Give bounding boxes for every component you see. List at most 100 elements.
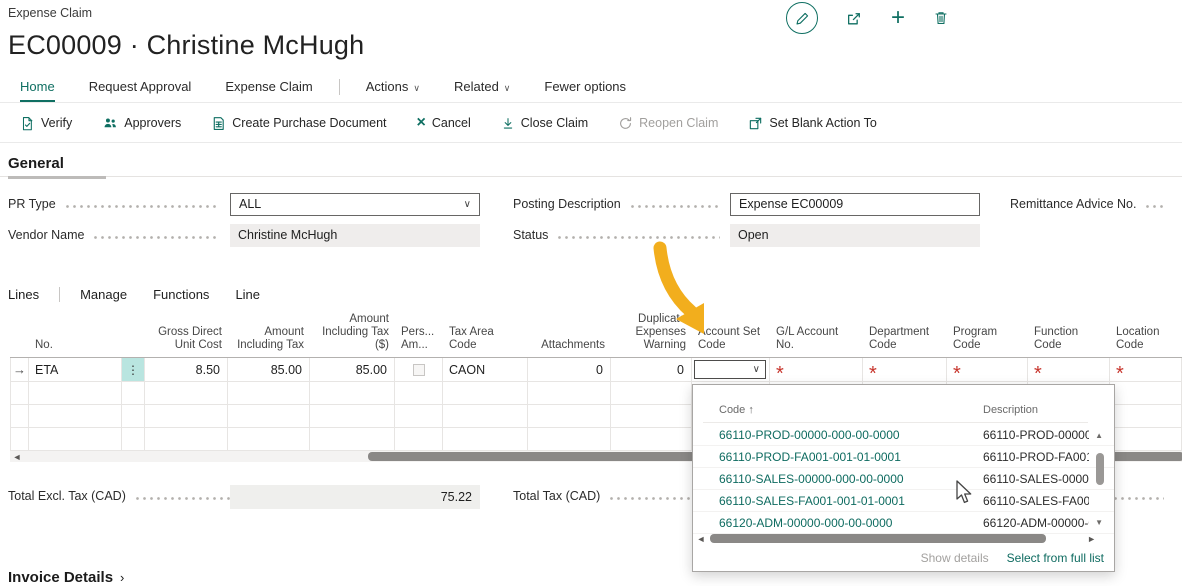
cell-gl-account-no[interactable]: * [770, 358, 863, 381]
empty-cell[interactable] [611, 405, 692, 427]
dropdown-vertical-scrollbar-thumb[interactable] [1096, 453, 1104, 485]
cell-program-code[interactable]: * [947, 358, 1028, 381]
cell-tax-area-code[interactable]: CAON [443, 358, 528, 381]
scroll-left-icon[interactable]: ◄ [693, 534, 709, 544]
cell-attachments[interactable]: 0 [528, 358, 611, 381]
tab-home[interactable]: Home [20, 79, 55, 102]
list-item[interactable]: 66110-PROD-FA001-001-01-0001 66110-PROD-… [693, 446, 1114, 468]
lines-menu-functions[interactable]: Functions [153, 287, 209, 302]
empty-cell[interactable] [145, 428, 228, 450]
empty-cell[interactable] [122, 382, 145, 404]
cell-no[interactable]: ETA [29, 358, 122, 381]
row-menu-icon[interactable]: ⋮ [122, 358, 145, 381]
account-set-code-select[interactable]: ∨ [694, 360, 766, 379]
lines-menu-line[interactable]: Line [235, 287, 260, 302]
empty-cell[interactable] [1110, 428, 1182, 450]
lines-caption[interactable]: Lines [8, 287, 39, 302]
lines-menu-manage[interactable]: Manage [80, 287, 127, 302]
dropdown-column-description[interactable]: Description [983, 404, 1038, 416]
empty-cell[interactable] [611, 382, 692, 404]
pr-type-select[interactable]: ALL ∨ [230, 193, 480, 216]
empty-cell[interactable] [395, 428, 443, 450]
cell-duplicate-expenses-warning[interactable]: 0 [611, 358, 692, 381]
column-header-amount-including-tax-usd[interactable]: Amount Including Tax ($) [310, 313, 395, 357]
set-blank-action-to-button[interactable]: Set Blank Action To [748, 116, 876, 131]
cell-gross-direct-unit-cost[interactable]: 8.50 [145, 358, 228, 381]
empty-cell[interactable] [122, 405, 145, 427]
empty-cell[interactable] [228, 428, 310, 450]
approvers-button[interactable]: Approvers [102, 116, 181, 131]
edit-pencil-icon[interactable] [786, 2, 818, 34]
section-title-invoice-details[interactable]: Invoice Details › [8, 569, 124, 586]
empty-cell[interactable] [310, 382, 395, 404]
cell-function-code[interactable]: * [1028, 358, 1110, 381]
close-claim-button[interactable]: Close Claim [501, 116, 588, 131]
scroll-down-icon[interactable]: ▼ [1095, 518, 1103, 527]
empty-cell[interactable] [528, 428, 611, 450]
column-header-duplicate-expenses-warning[interactable]: Duplicate Expenses Warning [611, 313, 692, 357]
tab-actions[interactable]: Actions∨ [366, 79, 420, 100]
tab-related[interactable]: Related∨ [454, 79, 510, 100]
empty-cell[interactable] [10, 405, 29, 427]
cancel-button[interactable]: × Cancel [417, 116, 471, 130]
empty-cell[interactable] [29, 405, 122, 427]
empty-cell[interactable] [395, 382, 443, 404]
cell-amount-including-tax[interactable]: 85.00 [228, 358, 310, 381]
cell-department-code[interactable]: * [863, 358, 947, 381]
empty-cell[interactable] [29, 428, 122, 450]
empty-cell[interactable] [528, 382, 611, 404]
empty-cell[interactable] [10, 382, 29, 404]
scroll-left-icon[interactable]: ◄ [10, 452, 24, 462]
verify-button[interactable]: Verify [20, 116, 72, 131]
column-header-pers-amount[interactable]: Pers... Am... [395, 326, 443, 357]
cell-amount-including-tax-usd[interactable]: 85.00 [310, 358, 395, 381]
empty-cell[interactable] [122, 428, 145, 450]
list-item[interactable]: 66110-PROD-00000-000-00-0000 66110-PROD-… [693, 424, 1114, 446]
column-header-amount-including-tax[interactable]: Amount Including Tax [228, 326, 310, 357]
column-header-tax-area-code[interactable]: Tax Area Code [443, 326, 528, 357]
column-header-no[interactable]: No. [29, 339, 122, 357]
column-header-program-code[interactable]: Program Code [947, 326, 1028, 357]
dropdown-column-code[interactable]: Code ↑ [719, 404, 754, 416]
empty-cell[interactable] [1110, 382, 1182, 404]
tab-fewer-options[interactable]: Fewer options [544, 79, 626, 100]
empty-cell[interactable] [443, 428, 528, 450]
checkbox-unchecked[interactable] [413, 364, 425, 376]
column-header-gross-direct-unit-cost[interactable]: Gross Direct Unit Cost [145, 326, 228, 357]
select-from-full-list-link[interactable]: Select from full list [1007, 551, 1104, 565]
column-header-department-code[interactable]: Department Code [863, 326, 947, 357]
empty-cell[interactable] [228, 405, 310, 427]
column-header-gl-account-no[interactable]: G/L Account No. [770, 326, 863, 357]
list-item[interactable]: 66110-SALES-00000-000-00-0000 66110-SALE… [693, 468, 1114, 490]
empty-cell[interactable] [395, 405, 443, 427]
empty-cell[interactable] [29, 382, 122, 404]
scroll-up-icon[interactable]: ▲ [1095, 431, 1103, 440]
empty-cell[interactable] [611, 428, 692, 450]
empty-cell[interactable] [10, 428, 29, 450]
empty-cell[interactable] [145, 405, 228, 427]
empty-cell[interactable] [145, 382, 228, 404]
trash-icon[interactable] [933, 10, 949, 26]
column-header-function-code[interactable]: Function Code [1028, 326, 1110, 357]
tab-expense-claim[interactable]: Expense Claim [225, 79, 312, 100]
empty-cell[interactable] [443, 405, 528, 427]
empty-cell[interactable] [310, 405, 395, 427]
posting-description-input[interactable]: Expense EC00009 [730, 193, 980, 216]
section-title-general[interactable]: General [8, 155, 64, 172]
cell-location-code[interactable]: * [1110, 358, 1182, 381]
list-item[interactable]: 66110-SALES-FA001-001-01-0001 66110-SALE… [693, 490, 1114, 512]
empty-cell[interactable] [310, 428, 395, 450]
column-header-attachments[interactable]: Attachments [528, 339, 611, 357]
dropdown-horizontal-scrollbar[interactable]: ◄ ► [693, 532, 1114, 545]
empty-cell[interactable] [528, 405, 611, 427]
column-header-location-code[interactable]: Location Code [1110, 326, 1182, 357]
tab-request-approval[interactable]: Request Approval [89, 79, 192, 100]
scrollbar-thumb[interactable] [710, 534, 1046, 543]
list-item[interactable]: 66120-ADM-00000-000-00-0000 66120-ADM-00… [693, 512, 1114, 534]
column-header-account-set-code[interactable]: Account Set Code [692, 326, 770, 357]
empty-cell[interactable] [443, 382, 528, 404]
add-icon[interactable]: + [891, 8, 905, 28]
share-icon[interactable] [846, 10, 863, 27]
scroll-right-icon[interactable]: ► [1087, 534, 1096, 544]
empty-cell[interactable] [228, 382, 310, 404]
